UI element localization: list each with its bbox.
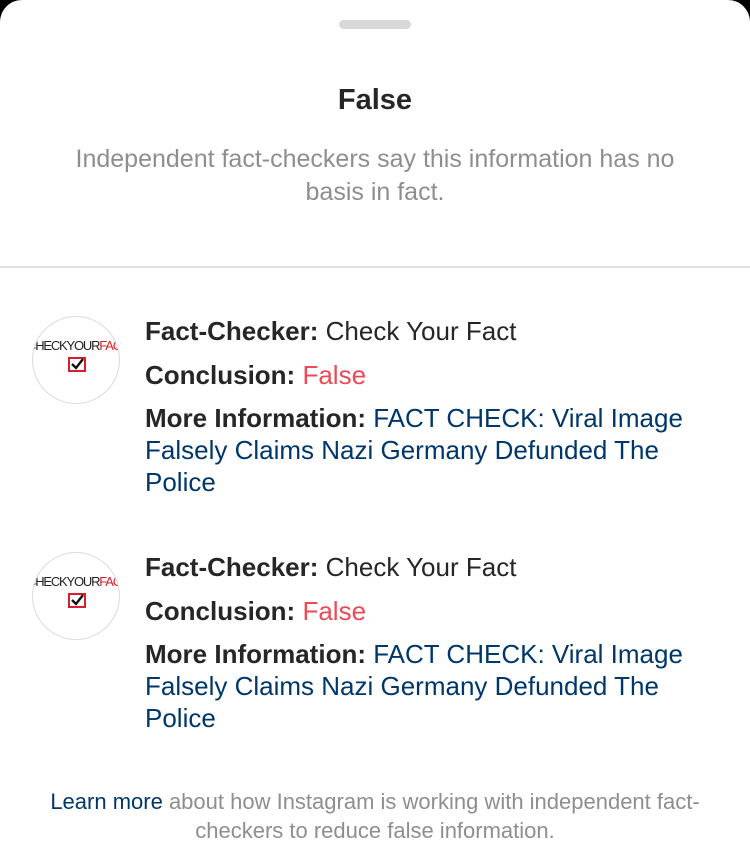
- more-information-line: More Information: FACT CHECK: Viral Imag…: [145, 402, 720, 498]
- fact-checker-value: Check Your Fact: [325, 316, 517, 346]
- fact-checker-line: Fact-Checker: Check Your Fact: [145, 552, 516, 583]
- conclusion-value: False: [302, 360, 367, 390]
- sheet-subtitle: Independent fact-checkers say this infor…: [75, 145, 675, 206]
- fact-checker-logo: CHECKYOURFACT: [32, 316, 120, 404]
- conclusion-label: Conclusion:: [145, 360, 296, 390]
- sheet-title: False: [337, 84, 413, 116]
- fact-checker-logo: CHECKYOURFACT: [32, 552, 120, 640]
- learn-more-link[interactable]: Learn more: [50, 789, 163, 814]
- more-information-line: More Information: FACT CHECK: Viral Imag…: [145, 638, 720, 734]
- conclusion-label: Conclusion:: [145, 596, 296, 626]
- divider: [0, 266, 750, 268]
- checkbox-icon: [68, 357, 86, 372]
- fact-checker-value: Check Your Fact: [325, 552, 517, 582]
- fact-checker-label: Fact-Checker:: [145, 316, 319, 346]
- checkbox-icon: [68, 593, 86, 608]
- logo-wordmark: CHECKYOURFACT: [32, 574, 119, 589]
- logo-wordmark: CHECKYOURFACT: [32, 338, 119, 353]
- fact-checker-label: Fact-Checker:: [145, 552, 319, 582]
- footer-note: Learn more about how Instagram is workin…: [40, 787, 710, 845]
- conclusion-line: Conclusion: False: [145, 596, 366, 627]
- conclusion-value: False: [302, 596, 367, 626]
- more-information-label: More Information:: [145, 403, 366, 433]
- footer-text: about how Instagram is working with inde…: [162, 789, 700, 843]
- fact-check-sheet: False Independent fact-checkers say this…: [0, 0, 750, 862]
- sheet-drag-handle[interactable]: [339, 20, 411, 29]
- more-information-label: More Information:: [145, 639, 366, 669]
- fact-checker-line: Fact-Checker: Check Your Fact: [145, 316, 516, 347]
- conclusion-line: Conclusion: False: [145, 360, 366, 391]
